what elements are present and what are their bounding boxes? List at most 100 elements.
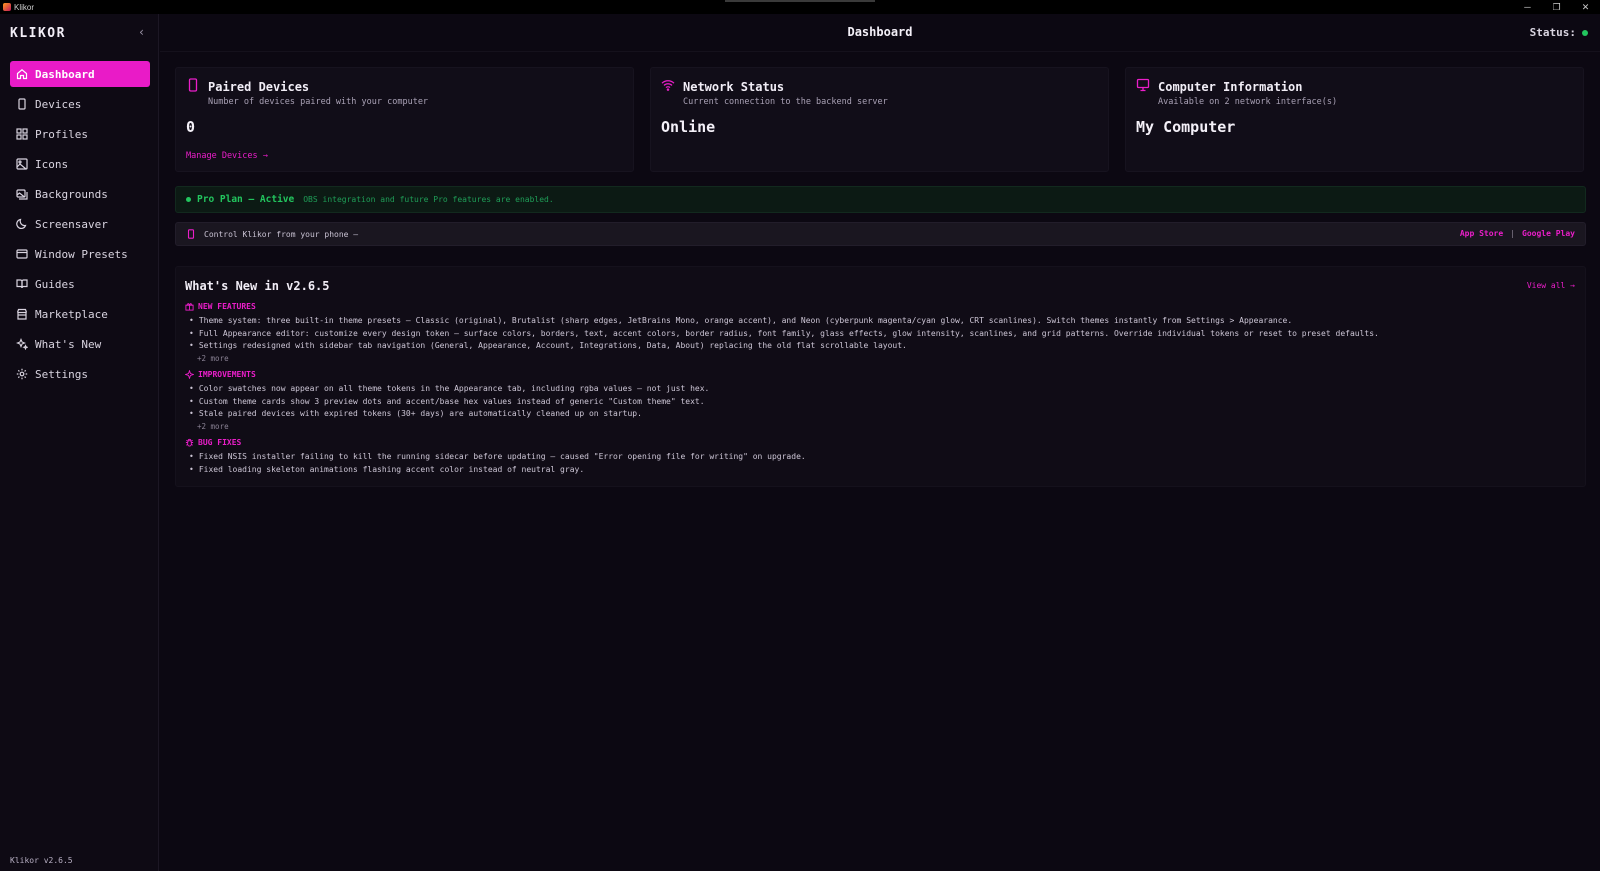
- sidebar-item-screensaver[interactable]: Screensaver: [10, 211, 150, 237]
- close-button[interactable]: ✕: [1571, 0, 1600, 14]
- page-title: Dashboard: [847, 25, 913, 39]
- sidebar-item-dashboard[interactable]: Dashboard: [10, 61, 150, 87]
- card-subtitle: Number of devices paired with your compu…: [208, 97, 429, 107]
- sidebar-item-label: Icons: [35, 157, 69, 171]
- list-item: Theme system: three built-in theme prese…: [185, 315, 1379, 328]
- window-title: Klikor: [14, 2, 35, 12]
- section-heading-label: NEW FEATURES: [198, 301, 256, 311]
- card-subtitle: Available on 2 network interface(s): [1158, 97, 1338, 107]
- sidebar-item-label: Profiles: [35, 127, 88, 141]
- app-store-link[interactable]: App Store: [1460, 229, 1503, 238]
- sidebar-item-label: Dashboard: [35, 67, 95, 81]
- window-icon: [16, 249, 28, 259]
- sidebar-item-label: Guides: [35, 277, 75, 291]
- section-heading-label: BUG FIXES: [198, 437, 242, 447]
- sidebar-item-guides[interactable]: Guides: [10, 271, 150, 297]
- pro-plan-label: Pro Plan — Active: [197, 194, 295, 205]
- brand-logo: KLIKOR: [10, 26, 66, 41]
- whats-new-title: What's New in v2.6.5: [185, 279, 330, 293]
- pro-plan-banner: Pro Plan — Active OBS integration and fu…: [175, 186, 1586, 213]
- card-title: Paired Devices: [208, 80, 310, 94]
- sidebar-item-label: Screensaver: [35, 217, 108, 231]
- smartphone-icon: [18, 98, 26, 110]
- paired-devices-count: 0: [186, 118, 196, 136]
- gear-icon: [16, 368, 28, 380]
- sidebar-item-label: Devices: [35, 97, 82, 111]
- list-item: Fixed loading skeleton animations flashi…: [185, 464, 806, 477]
- image-icon: [16, 158, 28, 170]
- more-items-link[interactable]: +2 more: [185, 353, 1379, 365]
- sidebar-item-label: What's New: [35, 337, 102, 351]
- computer-information-card: Computer Information Available on 2 netw…: [1125, 67, 1584, 172]
- more-items-link[interactable]: +2 more: [185, 421, 709, 433]
- store-links: App Store | Google Play: [1460, 229, 1575, 238]
- store-icon: [16, 308, 28, 320]
- card-title: Network Status: [683, 80, 785, 94]
- sidebar-item-icons[interactable]: Icons: [10, 151, 150, 177]
- window-controls: ─ ❐ ✕: [1513, 0, 1600, 14]
- card-title: Computer Information: [1158, 80, 1303, 94]
- manage-devices-link[interactable]: Manage Devices →: [186, 151, 268, 161]
- pro-plan-text: OBS integration and future Pro features …: [303, 195, 554, 204]
- section-heading: NEW FEATURES: [185, 300, 1379, 312]
- connection-status: Status:: [1530, 26, 1588, 39]
- sidebar-item-devices[interactable]: Devices: [10, 91, 150, 117]
- list-item: Fixed NSIS installer failing to kill the…: [185, 451, 806, 464]
- improvements-section: IMPROVEMENTS Color swatches now appear o…: [185, 368, 709, 433]
- minimize-button[interactable]: ─: [1513, 0, 1542, 14]
- sidebar-item-label: Marketplace: [35, 307, 108, 321]
- list-item: Custom theme cards show 3 preview dots a…: [185, 396, 709, 409]
- computer-name-value: My Computer: [1136, 118, 1236, 136]
- window-titlebar: Klikor ─ ❐ ✕: [0, 0, 1600, 14]
- view-all-link[interactable]: View all →: [1527, 281, 1575, 290]
- home-icon: [16, 69, 28, 80]
- sidebar-item-whats-new[interactable]: What's New: [10, 331, 150, 357]
- sidebar-item-settings[interactable]: Settings: [10, 361, 150, 387]
- smartphone-icon: [187, 229, 195, 239]
- smartphone-icon: [188, 78, 198, 92]
- status-indicator-dot: [1582, 29, 1588, 36]
- link-separator: |: [1510, 229, 1516, 238]
- sidebar-nav: Dashboard Devices Profiles Icons Backgro…: [10, 61, 150, 391]
- new-features-section: NEW FEATURES Theme system: three built-i…: [185, 300, 1379, 365]
- sidebar-item-label: Window Presets: [35, 247, 128, 261]
- section-heading-label: IMPROVEMENTS: [198, 369, 256, 379]
- drag-handle[interactable]: [725, 0, 875, 2]
- list-item: Settings redesigned with sidebar tab nav…: [185, 340, 1379, 353]
- sparkles-icon: [16, 338, 28, 350]
- paired-devices-card: Paired Devices Number of devices paired …: [175, 67, 634, 172]
- pro-status-dot: [186, 197, 191, 202]
- mobile-app-text: Control Klikor from your phone —: [204, 229, 359, 239]
- collapse-sidebar-button[interactable]: ‹: [138, 25, 145, 39]
- restore-button[interactable]: ❐: [1542, 0, 1571, 14]
- list-item: Color swatches now appear on all theme t…: [185, 383, 710, 396]
- sidebar: KLIKOR ‹ Dashboard Devices Profiles Icon…: [0, 14, 159, 871]
- gift-icon: [185, 302, 194, 311]
- network-status-card: Network Status Current connection to the…: [650, 67, 1109, 172]
- list-item: Stale paired devices with expired tokens…: [185, 408, 709, 421]
- mobile-app-banner: Control Klikor from your phone — App Sto…: [175, 222, 1586, 246]
- card-subtitle: Current connection to the backend server: [683, 97, 888, 107]
- list-item: Full Appearance editor: customize every …: [185, 328, 1379, 341]
- sidebar-item-marketplace[interactable]: Marketplace: [10, 301, 150, 327]
- bug-fixes-section: BUG FIXES Fixed NSIS installer failing t…: [185, 436, 806, 476]
- sparkle-icon: [185, 369, 194, 379]
- sidebar-item-label: Settings: [35, 367, 88, 381]
- book-icon: [16, 279, 28, 289]
- page-header: Dashboard Status:: [160, 14, 1600, 52]
- section-heading: BUG FIXES: [185, 436, 806, 448]
- sidebar-item-window-presets[interactable]: Window Presets: [10, 241, 150, 267]
- moon-icon: [16, 218, 27, 230]
- bug-icon: [185, 438, 194, 447]
- google-play-link[interactable]: Google Play: [1522, 229, 1575, 238]
- app-version: Klikor v2.6.5: [10, 856, 73, 865]
- wifi-icon: [661, 80, 675, 91]
- grid-icon: [16, 128, 28, 140]
- sidebar-item-profiles[interactable]: Profiles: [10, 121, 150, 147]
- network-status-value: Online: [661, 118, 716, 136]
- images-icon: [16, 189, 28, 200]
- sidebar-item-backgrounds[interactable]: Backgrounds: [10, 181, 150, 207]
- status-label: Status:: [1529, 26, 1576, 39]
- app-logo-icon: [3, 3, 11, 11]
- sidebar-item-label: Backgrounds: [35, 187, 108, 201]
